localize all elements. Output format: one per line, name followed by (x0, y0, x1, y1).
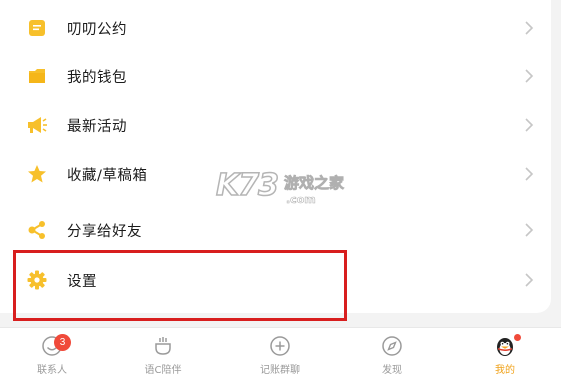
tab-contacts[interactable]: 3 联系人 (0, 328, 108, 377)
menu-item-rules[interactable]: 叨叨公约 (0, 4, 551, 52)
chevron-right-icon (523, 68, 535, 84)
menu-item-wallet[interactable]: 我的钱包 (0, 52, 551, 100)
companion-icon (152, 335, 174, 357)
menu-item-label: 我的钱包 (67, 69, 127, 86)
chevron-right-icon (523, 117, 535, 133)
group-chat-icon (269, 335, 291, 357)
tab-label: 记账群聊 (260, 365, 300, 376)
tab-me[interactable]: 我的 (449, 328, 561, 377)
tab-label: 发现 (382, 365, 402, 376)
notification-dot (514, 334, 521, 341)
menu-item-label: 设置 (67, 273, 97, 290)
menu-item-activities[interactable]: 最新活动 (0, 101, 551, 149)
share-icon (26, 219, 48, 241)
menu-item-label: 叨叨公约 (67, 21, 127, 38)
menu-item-label: 最新活动 (67, 118, 127, 135)
chevron-right-icon (523, 272, 535, 288)
chevron-right-icon (523, 222, 535, 238)
megaphone-icon (26, 114, 48, 136)
menu-item-share[interactable]: 分享给好友 (0, 206, 551, 254)
gear-icon (26, 269, 48, 291)
tab-companion[interactable]: 语C陪伴 (107, 328, 219, 377)
compass-icon (381, 335, 403, 357)
tab-label: 我的 (495, 365, 515, 376)
notepad-icon (26, 17, 48, 39)
menu-item-favorites-drafts[interactable]: 收藏/草稿箱 (0, 150, 551, 198)
menu-item-label: 分享给好友 (67, 223, 142, 240)
bottom-tab-bar: 3 联系人 语C陪伴 记账群聊 发现 我的 (0, 327, 561, 377)
tab-group-chat[interactable]: 记账群聊 (224, 328, 336, 377)
tab-label: 联系人 (37, 365, 67, 376)
chevron-right-icon (523, 166, 535, 182)
penguin-avatar-icon (494, 335, 516, 357)
tab-discover[interactable]: 发现 (336, 328, 448, 377)
chevron-right-icon (523, 20, 535, 36)
wallet-icon (26, 65, 48, 87)
tab-label: 语C陪伴 (144, 365, 182, 376)
star-icon (26, 163, 48, 185)
menu-card: 叨叨公约 我的钱包 最新活动 收藏/草稿箱 分享给好友 设置 (0, 0, 551, 313)
menu-item-label: 收藏/草稿箱 (67, 167, 148, 184)
unread-badge: 3 (54, 334, 71, 351)
menu-item-settings[interactable]: 设置 (0, 256, 551, 304)
